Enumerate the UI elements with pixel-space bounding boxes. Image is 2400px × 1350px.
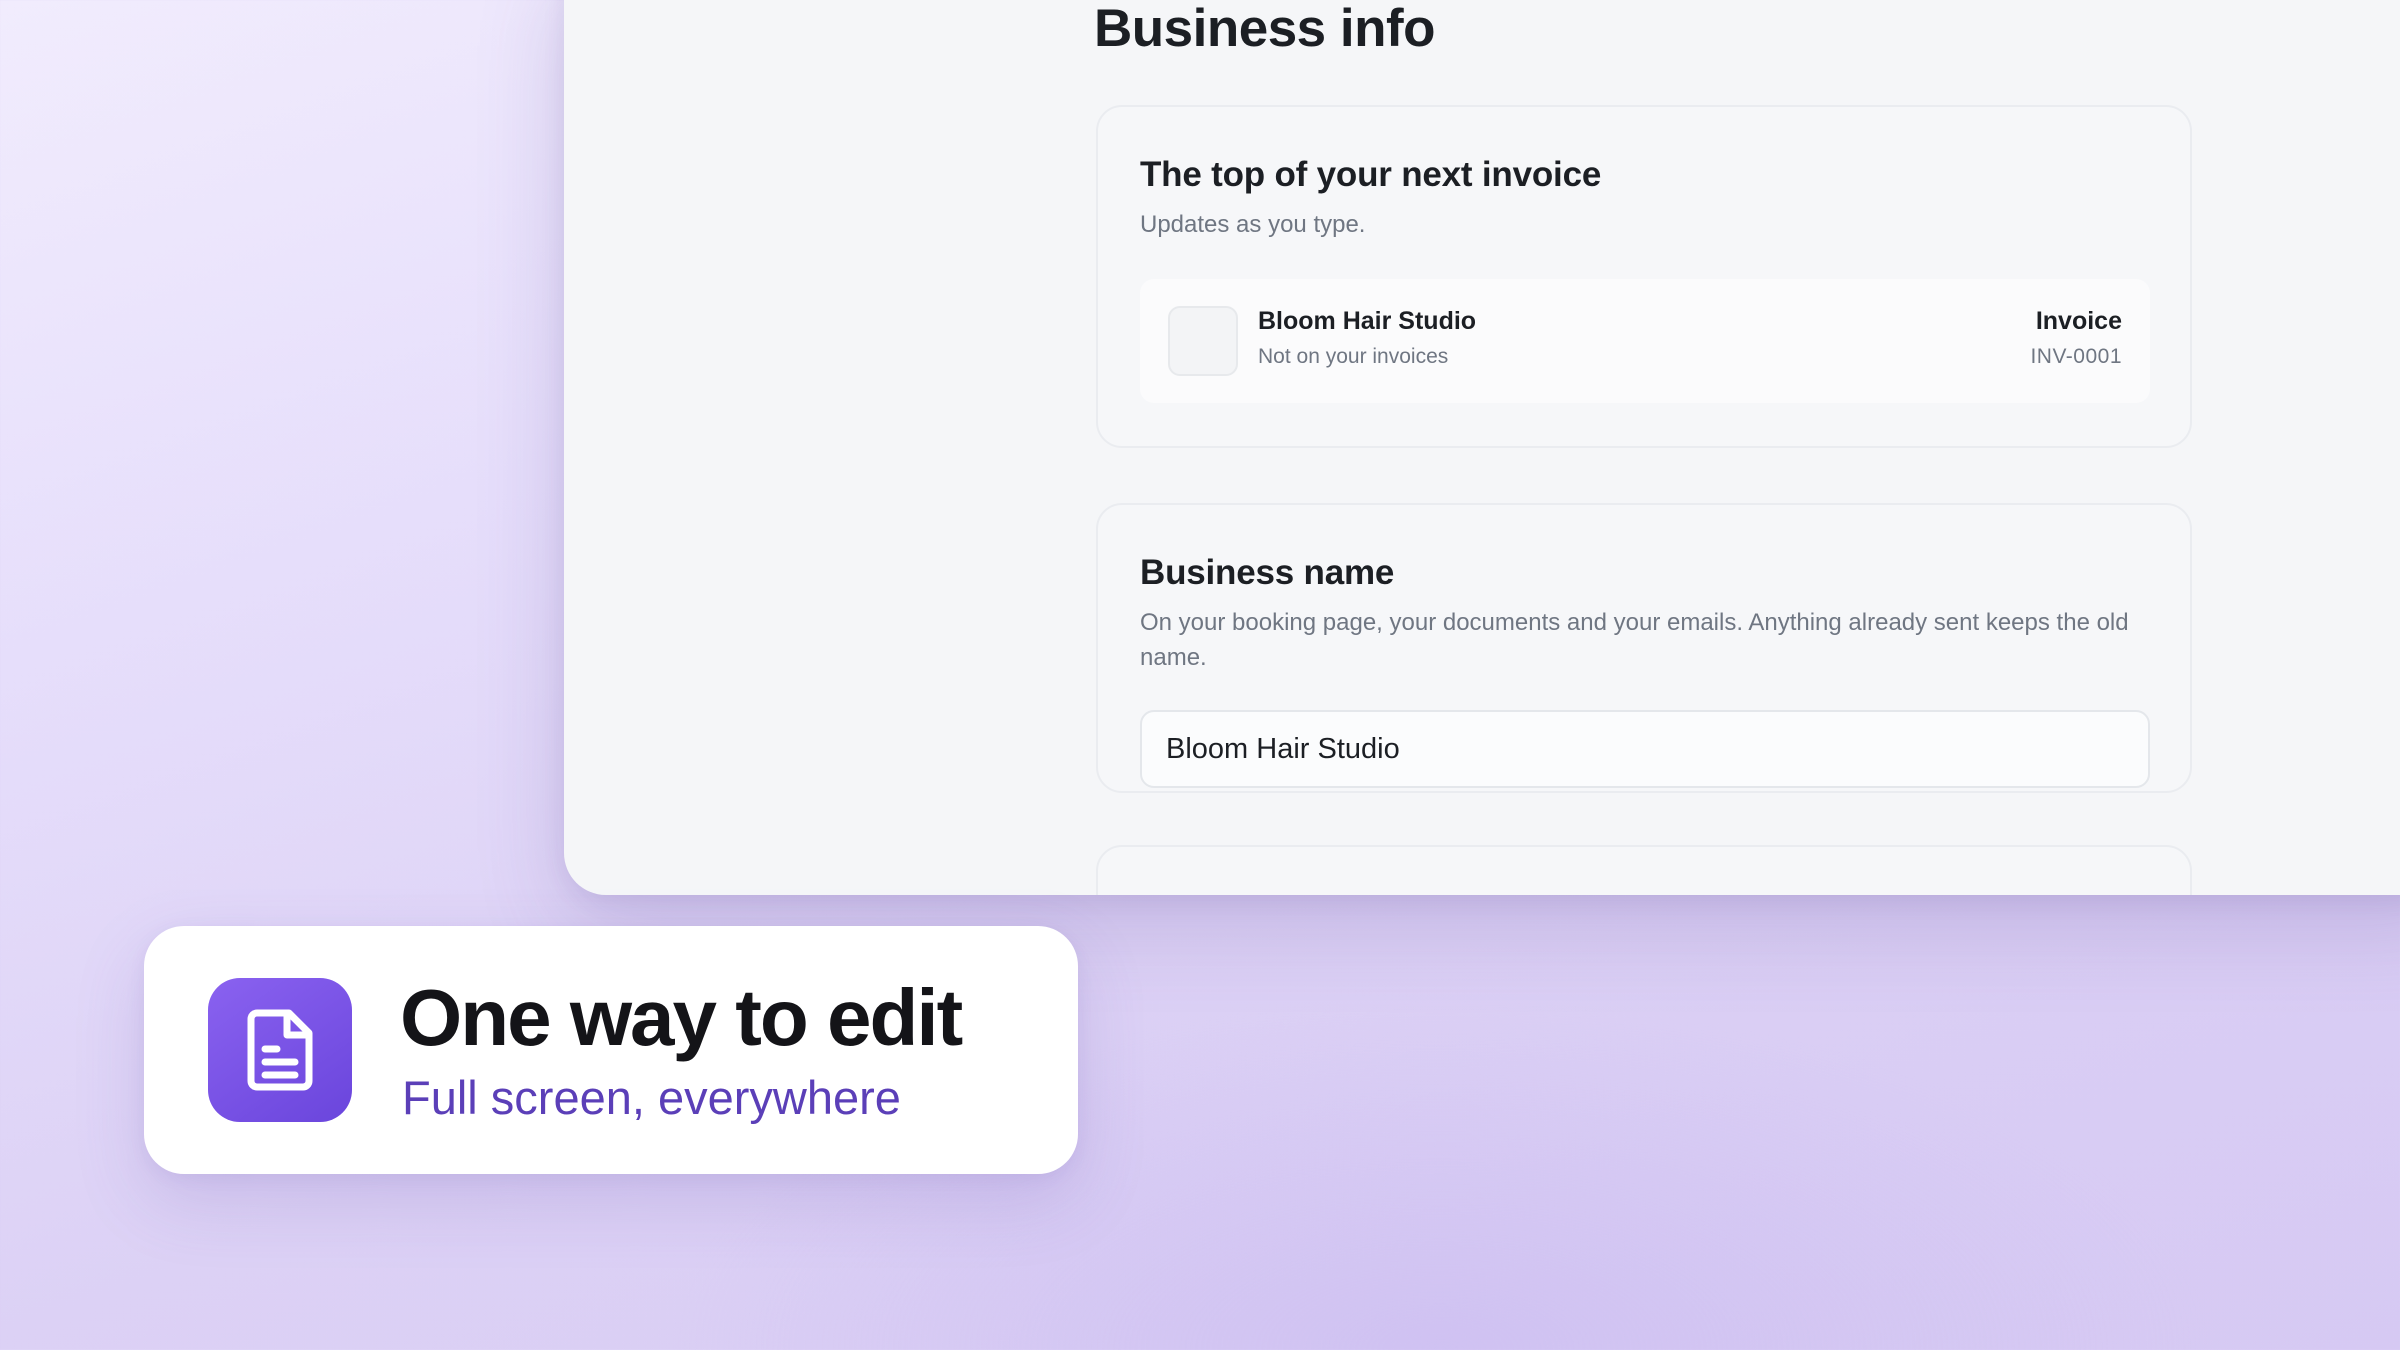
invoice-card-subtitle: Updates as you type.	[1140, 211, 1366, 238]
next-card	[1096, 845, 2192, 895]
caption-subtitle: Full screen, everywhere	[402, 1071, 901, 1124]
business-name-card: Business name On your booking page, your…	[1096, 503, 2192, 793]
document-icon	[208, 978, 352, 1122]
business-name-title: Business name	[1140, 553, 1395, 592]
invoice-header-preview: Bloom Hair Studio Not on your invoices I…	[1140, 279, 2150, 403]
preview-business-note: Not on your invoices	[1258, 345, 1449, 368]
business-name-input[interactable]	[1140, 710, 2150, 788]
business-name-description: On your booking page, your documents and…	[1140, 609, 2129, 671]
preview-document-label: Invoice	[2035, 307, 2122, 335]
caption-card: One way to edit Full screen, everywhere	[144, 926, 1078, 1174]
preview-document-number: INV-0001	[2030, 345, 2122, 368]
page-title: Business info	[1094, 0, 1436, 58]
invoice-preview-card: The top of your next invoice Updates as …	[1096, 105, 2192, 448]
preview-business-name: Bloom Hair Studio	[1258, 307, 1477, 335]
logo-placeholder[interactable]	[1168, 306, 1238, 376]
invoice-card-title: The top of your next invoice	[1140, 155, 1602, 194]
app-window: Business info The top of your next invoi…	[564, 0, 2400, 895]
caption-title: One way to edit	[400, 973, 963, 1062]
